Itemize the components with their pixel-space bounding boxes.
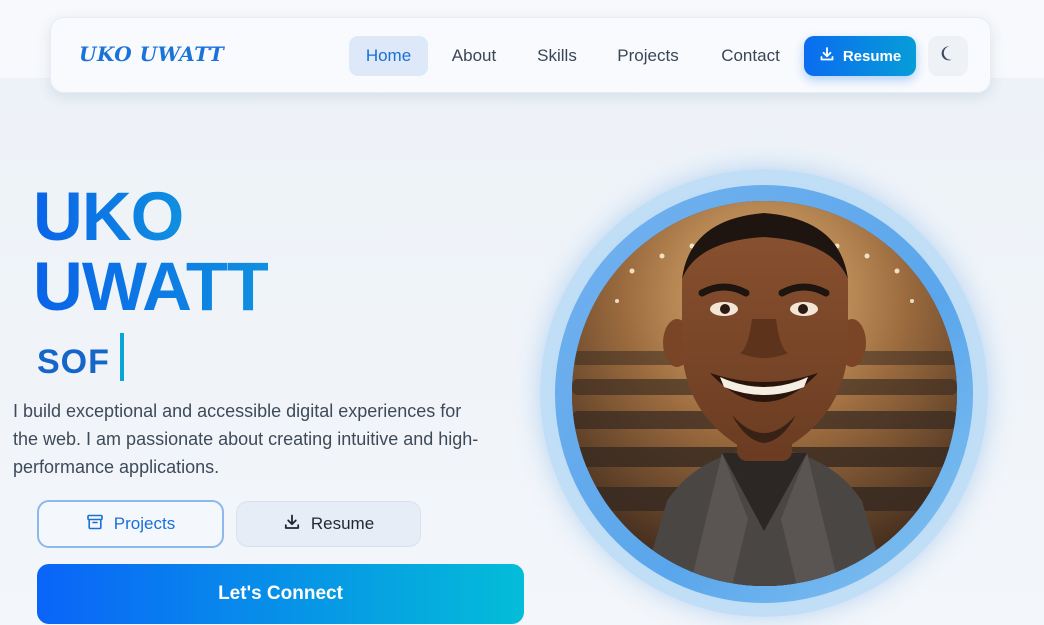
- archive-box-icon: [86, 513, 104, 536]
- resume-button[interactable]: Resume: [236, 501, 421, 547]
- nav-link-contact[interactable]: Contact: [713, 36, 788, 76]
- download-icon: [283, 513, 301, 536]
- nav-resume-label: Resume: [842, 47, 902, 65]
- resume-button-label: Resume: [310, 514, 375, 533]
- hero-intro: I build exceptional and accessible digit…: [13, 401, 479, 477]
- nav-resume-button[interactable]: Resume: [804, 36, 916, 76]
- projects-button-label: Projects: [113, 514, 176, 533]
- moon-icon: [938, 44, 958, 69]
- site-logo[interactable]: UKO UWATT: [79, 42, 224, 66]
- typing-role-text: SOF: [37, 343, 110, 381]
- nav-link-about[interactable]: About: [443, 36, 505, 76]
- theme-toggle-button[interactable]: [928, 36, 968, 76]
- nav-link-skills[interactable]: Skills: [529, 36, 585, 76]
- nav-link-home[interactable]: Home: [349, 36, 428, 76]
- lets-connect-button[interactable]: Let's Connect: [37, 564, 524, 624]
- nav-link-projects[interactable]: Projects: [608, 36, 688, 76]
- hero-name-first: UKO: [33, 178, 184, 255]
- typing-caret: [120, 333, 124, 381]
- download-icon: [819, 46, 835, 66]
- navbar: UKO UWATT Home About Skills Projects Con…: [50, 17, 991, 93]
- profile-portrait: [572, 201, 957, 586]
- hero-name-last: UWATT: [33, 248, 269, 325]
- projects-button[interactable]: Projects: [37, 500, 224, 548]
